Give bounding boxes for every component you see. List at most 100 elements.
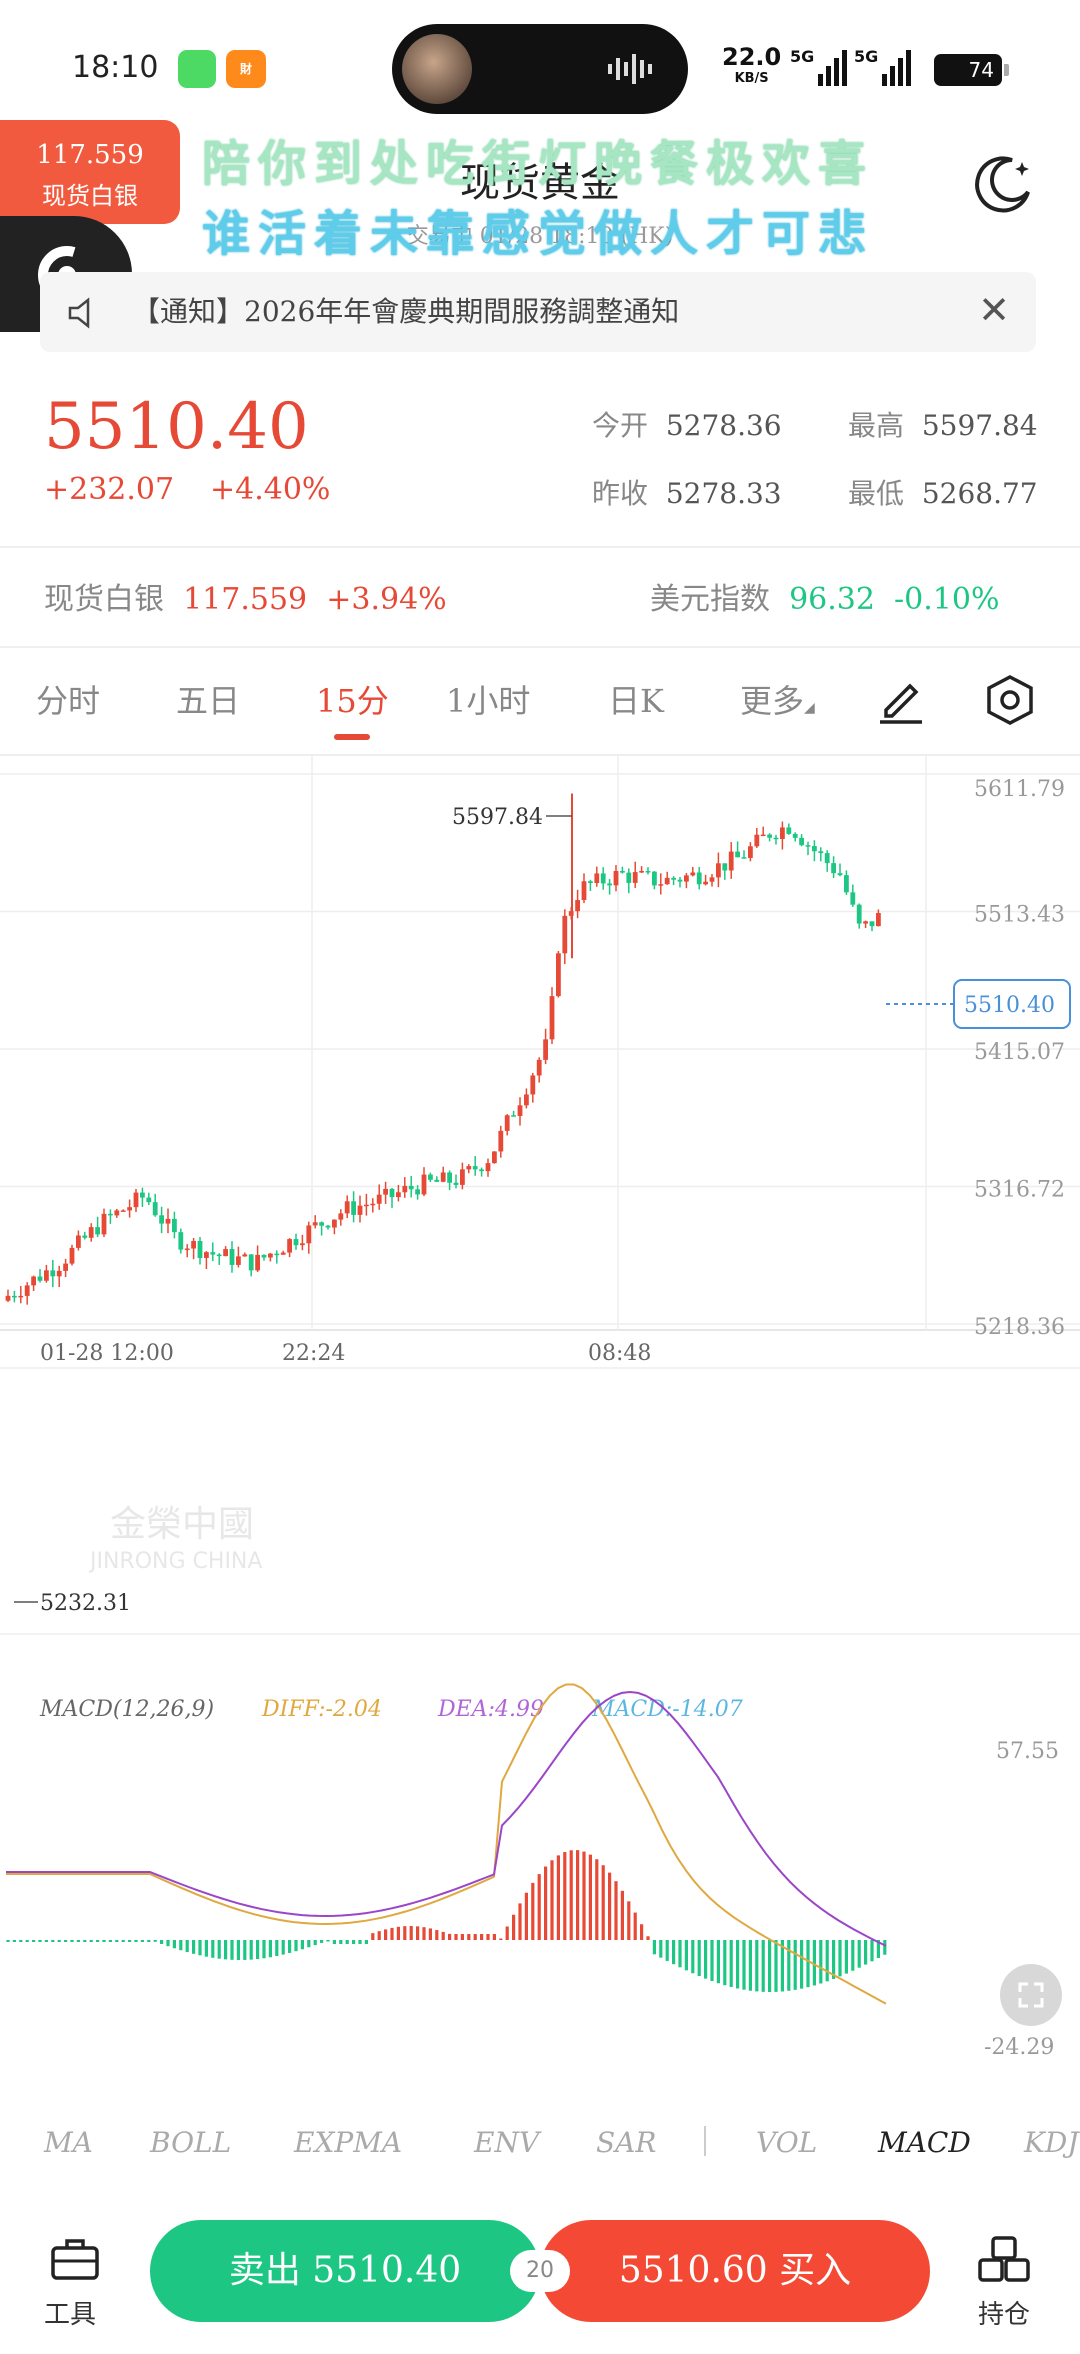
bottom-bar: 工具 卖出 5510.40 5510.60 买入 20 持仓 xyxy=(0,2206,1080,2354)
macd-bar xyxy=(256,1940,260,1960)
macd-bar xyxy=(294,1940,298,1952)
notice-bar[interactable]: 【通知】2026年年會慶典期間服務調整通知 ✕ xyxy=(40,272,1036,352)
tab-1hour[interactable]: 1小时 xyxy=(446,676,530,722)
candle-body xyxy=(242,1254,248,1257)
candle-body xyxy=(677,879,683,882)
candle-body xyxy=(415,1189,420,1195)
candle-body xyxy=(357,1205,363,1215)
macd-bar xyxy=(64,1940,68,1942)
candle-body xyxy=(600,873,606,884)
candle-body xyxy=(82,1235,88,1238)
indicator-vol[interactable]: VOL xyxy=(756,2126,817,2159)
macd-bar xyxy=(492,1934,496,1940)
y-tick-label: 5513.43 xyxy=(974,903,1065,928)
candle-body xyxy=(818,851,824,854)
macd-bar xyxy=(665,1940,669,1961)
usd-index-ticker[interactable]: 美元指数 96.32 -0.10% xyxy=(650,574,1000,618)
indicator-sar[interactable]: SAR xyxy=(596,2126,656,2159)
active-tab-indicator xyxy=(334,734,370,740)
candle-body xyxy=(536,1059,542,1076)
macd-bar xyxy=(108,1940,112,1942)
indicator-env[interactable]: ENV xyxy=(474,2126,539,2159)
candle-body xyxy=(236,1256,241,1265)
candle-body xyxy=(210,1252,216,1255)
macd-bar xyxy=(556,1855,560,1940)
dynamic-island[interactable] xyxy=(392,24,688,114)
candle-body xyxy=(184,1248,190,1251)
candle-body xyxy=(408,1185,414,1190)
candle-body xyxy=(453,1182,459,1185)
macd-bar xyxy=(544,1866,548,1940)
candle-body xyxy=(703,881,708,885)
positions-icon[interactable] xyxy=(978,2236,1030,2282)
svg-text:5G: 5G xyxy=(854,47,878,66)
settings-hex-icon[interactable] xyxy=(984,674,1036,726)
candle-body xyxy=(620,870,625,873)
indicator-boll[interactable]: BOLL xyxy=(150,2126,231,2159)
candle-body xyxy=(114,1210,120,1216)
macd-bar xyxy=(620,1890,624,1940)
macd-bar xyxy=(345,1940,349,1944)
indicator-expma[interactable]: EXPMA xyxy=(294,2126,402,2159)
sell-button[interactable]: 卖出 5510.40 xyxy=(150,2220,540,2322)
close-icon[interactable]: ✕ xyxy=(978,288,1010,332)
tab-daily[interactable]: 日K xyxy=(608,676,664,722)
candle-body xyxy=(748,846,753,858)
tab-intraday[interactable]: 分时 xyxy=(36,676,100,722)
floating-price-value: 117.559 xyxy=(36,140,144,170)
low-marker: 5232.31 xyxy=(14,1591,131,1616)
fullscreen-button[interactable] xyxy=(1000,1964,1062,2026)
indicator-macd[interactable]: MACD xyxy=(878,2126,971,2159)
macd-bar xyxy=(633,1912,637,1940)
positions-label[interactable]: 持仓 xyxy=(978,2294,1030,2331)
tab-more[interactable]: 更多◢ xyxy=(740,676,815,722)
macd-bar xyxy=(268,1940,272,1958)
open-stat: 今开 5278.36 xyxy=(592,409,782,442)
macd-bar xyxy=(473,1934,477,1940)
svg-text:金榮中國: 金榮中國 xyxy=(110,1504,254,1545)
candle-body xyxy=(24,1285,30,1296)
candle-body xyxy=(287,1239,292,1253)
macd-bar xyxy=(800,1940,804,1989)
night-mode-icon[interactable] xyxy=(972,152,1036,216)
candle-body xyxy=(556,953,561,997)
lyric-line-1: 陪你到处吃街灯晚餐极欢喜 xyxy=(202,136,875,192)
macd-bar xyxy=(563,1852,567,1940)
kline-chart[interactable]: 金榮中國 JINRONG CHINA 5611.79 5513.43 5415.07… xyxy=(0,756,1080,2086)
macd-bar xyxy=(435,1930,439,1940)
macd-bar xyxy=(204,1940,208,1957)
x-tick-label: 01-28 12:00 xyxy=(40,1341,174,1366)
draw-pencil-icon[interactable] xyxy=(876,674,926,724)
macd-bar xyxy=(313,1940,317,1946)
indicator-kdj[interactable]: KDJ xyxy=(1024,2126,1079,2159)
current-price-tag[interactable]: 5510.40 xyxy=(953,979,1071,1029)
candle-body xyxy=(492,1151,497,1164)
candle-body xyxy=(760,834,766,837)
candle-body xyxy=(652,871,657,886)
low-stat: 最低 5268.77 xyxy=(848,477,1038,510)
chart-grid xyxy=(0,756,1080,1635)
floating-silver-price[interactable]: 117.559 现货白银 xyxy=(0,120,180,224)
macd-bar xyxy=(851,1940,855,1971)
macd-bar xyxy=(870,1940,874,1962)
battery-icon: 74 xyxy=(934,54,1009,86)
candle-body xyxy=(869,921,875,927)
candle-body xyxy=(364,1204,369,1207)
candle-body xyxy=(690,872,696,876)
tools-label[interactable]: 工具 xyxy=(44,2294,96,2331)
indicator-ma[interactable]: MA xyxy=(44,2126,93,2159)
buy-button[interactable]: 5510.60 买入 xyxy=(540,2220,930,2322)
candle-body xyxy=(722,863,728,871)
toolbox-icon[interactable] xyxy=(50,2236,100,2282)
macd-bar xyxy=(224,1940,228,1960)
candle-body xyxy=(517,1105,523,1116)
tab-5day[interactable]: 五日 xyxy=(176,676,240,722)
macd-bar xyxy=(339,1940,343,1944)
macd-bar xyxy=(448,1933,452,1940)
silver-ticker[interactable]: 现货白银 117.559 +3.94% xyxy=(44,574,447,618)
macd-bar xyxy=(153,1940,157,1942)
tab-15min[interactable]: 15分 xyxy=(316,676,389,722)
macd-bar xyxy=(640,1924,644,1940)
macd-bar xyxy=(697,1940,701,1977)
macd-bar xyxy=(588,1854,592,1940)
